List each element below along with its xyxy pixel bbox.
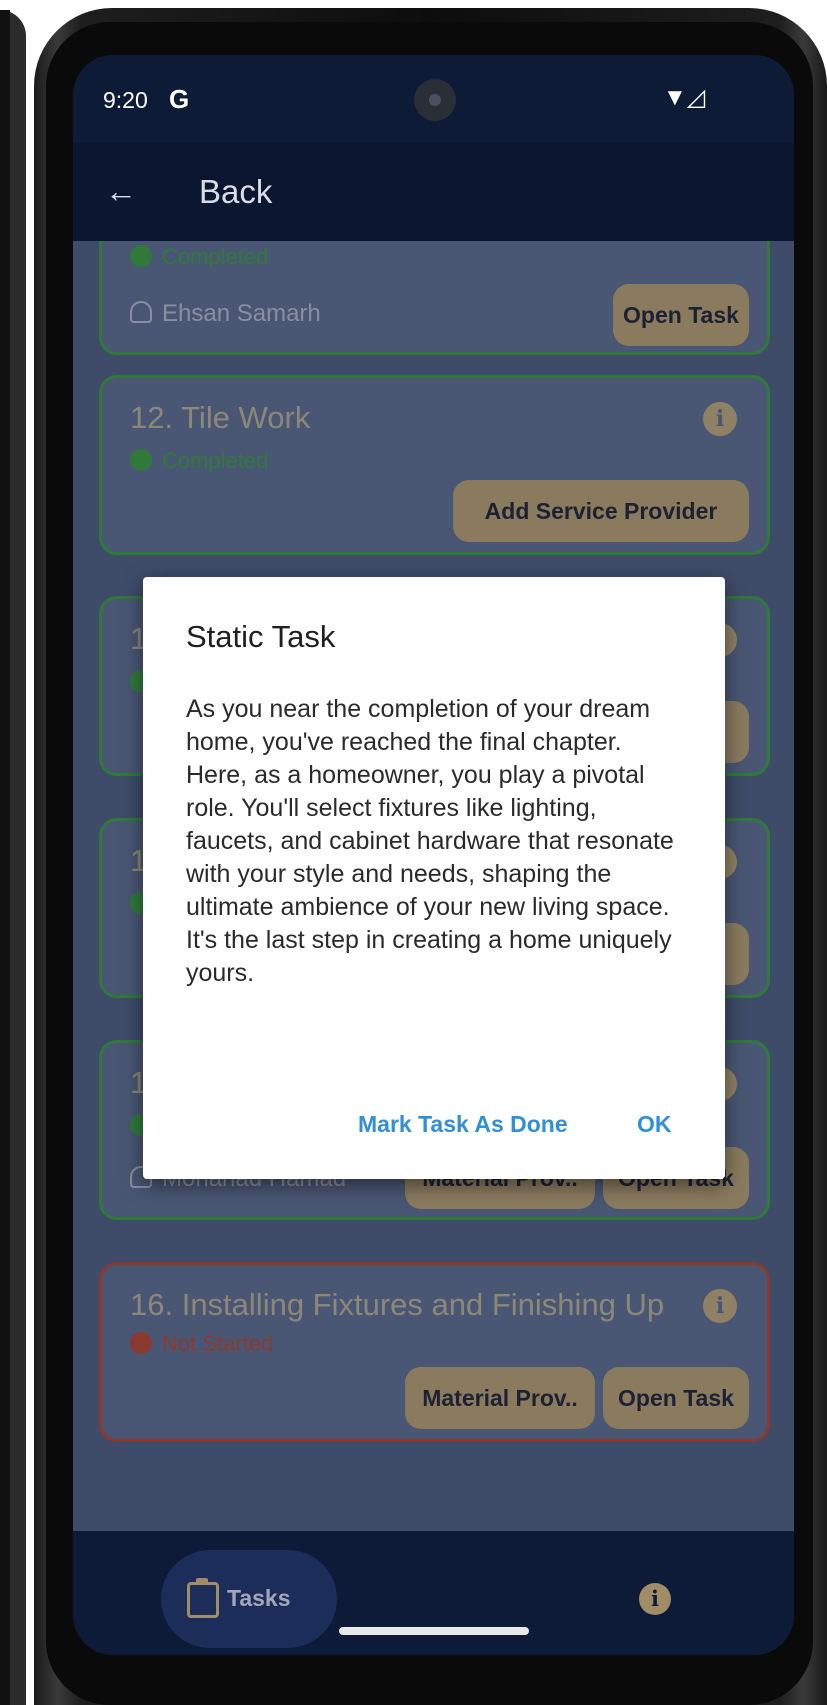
background-phone-edge [0, 10, 26, 1705]
assignee: Ehsan Samarh [130, 300, 321, 328]
back-button[interactable]: Back [199, 173, 272, 211]
app-bar [73, 143, 794, 241]
task-status: Completed [130, 244, 268, 270]
status-icon [130, 449, 152, 471]
static-task-dialog: Static Task As you near the completion o… [143, 577, 725, 1179]
home-indicator[interactable] [339, 1627, 529, 1635]
task-card: Completed Ehsan Samarh Open Task [99, 241, 770, 355]
status-icon [130, 245, 152, 267]
clipboard-icon [187, 1578, 219, 1618]
material-provider-button[interactable]: Material Prov.. [405, 1367, 595, 1429]
task-status: Not Started [130, 1331, 273, 1357]
task-title: 12. Tile Work [130, 400, 311, 435]
status-icon [130, 1332, 152, 1354]
mark-task-done-button[interactable]: Mark Task As Done [358, 1111, 568, 1138]
info-icon[interactable]: i [703, 1289, 737, 1323]
dialog-body: As you near the completion of your dream… [186, 695, 674, 987]
task-status-label: Completed [162, 448, 269, 473]
task-status: Completed [130, 448, 268, 474]
task-card: 12. Tile Work i Completed Add Service Pr… [99, 375, 770, 555]
status-time: 9:20 [103, 87, 148, 113]
open-task-button[interactable]: Open Task [603, 1367, 749, 1429]
dialog-title: Static Task [186, 619, 336, 654]
info-tab-icon[interactable]: i [639, 1583, 671, 1615]
open-task-button[interactable]: Open Task [613, 284, 749, 346]
google-icon: G [169, 84, 190, 114]
task-status-label: Not Started [162, 1331, 274, 1356]
camera-cutout [414, 79, 456, 121]
task-card: 16. Installing Fixtures and Finishing Up… [99, 1262, 770, 1442]
info-icon[interactable]: i [703, 402, 737, 436]
assignee-name: Ehsan Samarh [162, 300, 321, 327]
back-arrow-icon[interactable]: ← [105, 173, 137, 210]
person-icon [130, 301, 152, 323]
task-title: 16. Installing Fixtures and Finishing Up [130, 1287, 665, 1322]
task-status-label: Completed [162, 244, 269, 269]
ok-button[interactable]: OK [637, 1111, 672, 1138]
tasks-tab-label: Tasks [227, 1585, 291, 1611]
wifi-signal-icons: ▼◿ [663, 84, 706, 111]
status-bar: 9:20 G ▼◿ [73, 55, 794, 143]
add-service-provider-button[interactable]: Add Service Provider [453, 480, 749, 542]
